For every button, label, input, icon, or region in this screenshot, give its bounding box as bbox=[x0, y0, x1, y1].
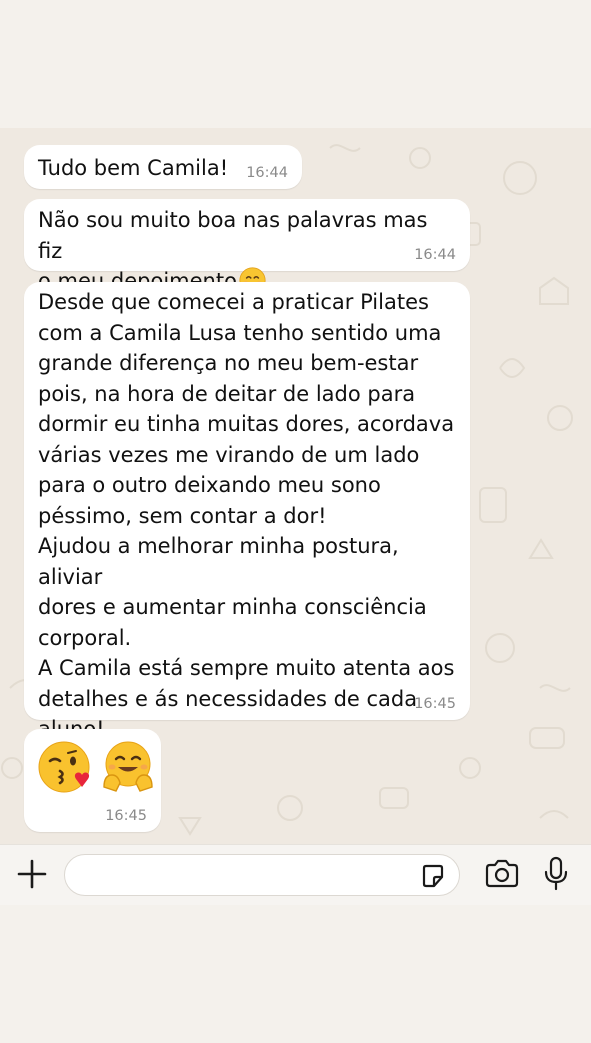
message-input[interactable] bbox=[64, 854, 460, 896]
message-bubble[interactable]: Não sou muito boa nas palavras mas fiz o… bbox=[24, 199, 470, 294]
message-bubble[interactable]: Desde que comecei a praticar Pilates com… bbox=[24, 282, 470, 741]
sticker-icon[interactable] bbox=[419, 862, 447, 890]
plus-icon[interactable] bbox=[16, 858, 48, 890]
message-bubble[interactable]: Tudo bem Camila! 16:44 bbox=[24, 145, 302, 189]
composer-bar bbox=[0, 844, 591, 905]
microphone-icon[interactable] bbox=[542, 856, 570, 892]
message-time: 16:44 bbox=[246, 165, 288, 181]
emoji-message-bubble[interactable]: 16:45 bbox=[24, 729, 161, 832]
hugging-face-icon bbox=[103, 741, 153, 792]
camera-icon[interactable] bbox=[484, 858, 520, 890]
kissing-face-icon bbox=[38, 741, 90, 793]
message-time: 16:44 bbox=[414, 247, 456, 263]
message-time: 16:45 bbox=[105, 808, 147, 824]
message-time: 16:45 bbox=[414, 696, 456, 712]
message-text: Tudo bem Camila! bbox=[38, 156, 229, 180]
message-text: Desde que comecei a praticar Pilates com… bbox=[38, 290, 455, 741]
